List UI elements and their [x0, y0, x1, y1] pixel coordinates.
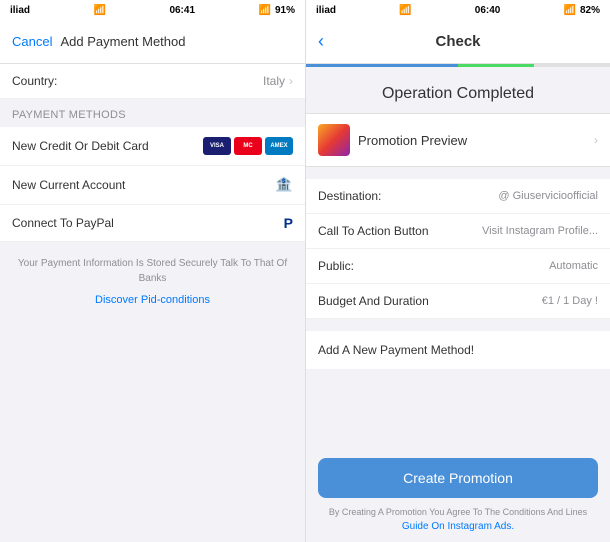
- chevron-icon: ›: [289, 74, 293, 88]
- budget-value: €1 / 1 Day !: [542, 295, 598, 307]
- budget-row: Budget And Duration €1 / 1 Day !: [306, 284, 610, 319]
- battery-right: 82%: [580, 5, 600, 16]
- create-promotion-button[interactable]: Create Promotion: [318, 458, 598, 498]
- status-bar-left: iliad 📶 06:41 📶 91%: [0, 0, 305, 20]
- right-panel: iliad 📶 06:40 📶 82% ‹ Check Operation Co…: [305, 0, 610, 542]
- time-right: 06:40: [475, 5, 501, 16]
- detail-rows: Destination: @ Giuservicioofficial Call …: [306, 179, 610, 319]
- time-left: 06:41: [169, 5, 195, 16]
- cta-row: Call To Action Button Visit Instagram Pr…: [306, 214, 610, 249]
- budget-label: Budget And Duration: [318, 294, 429, 308]
- public-label: Public:: [318, 259, 354, 273]
- public-row: Public: Automatic: [306, 249, 610, 284]
- battery-left: 91%: [275, 5, 295, 16]
- credit-card-label: New Credit Or Debit Card: [12, 139, 149, 153]
- payment-methods-label: Payment Methods: [0, 99, 305, 127]
- nav-header-right: ‹ Check: [306, 20, 610, 64]
- wifi-icon-right: 📶: [399, 5, 411, 16]
- public-value: Automatic: [549, 260, 598, 272]
- mastercard-icon: MC: [234, 137, 262, 155]
- paypal-icon: P: [284, 215, 293, 231]
- bank-icon: 🏦: [275, 176, 293, 194]
- destination-value: @ Giuservicioofficial: [498, 190, 598, 202]
- secure-text: Your Payment Information Is Stored Secur…: [0, 242, 305, 290]
- country-row[interactable]: Country: Italy ›: [0, 64, 305, 99]
- destination-label: Destination:: [318, 189, 381, 203]
- signal-icon-left: 📶: [259, 5, 271, 16]
- page-title-left: Add Payment Method: [60, 34, 185, 49]
- guide-link[interactable]: Guide On Instagram Ads.: [318, 521, 598, 532]
- visa-icon: VISA: [203, 137, 231, 155]
- credit-card-row[interactable]: New Credit Or Debit Card VISA MC AMEX: [0, 127, 305, 166]
- promo-label: Promotion Preview: [358, 133, 467, 148]
- discover-link[interactable]: Discover Pid-conditions: [0, 290, 305, 310]
- promo-thumbnail: [318, 124, 350, 156]
- destination-row: Destination: @ Giuservicioofficial: [306, 179, 610, 214]
- signal-icon-right: 📶: [564, 5, 576, 16]
- promotion-preview-row[interactable]: Promotion Preview ›: [306, 113, 610, 167]
- promo-chevron-icon: ›: [594, 133, 598, 147]
- operation-completed-text: Operation Completed: [306, 67, 610, 113]
- bottom-section: Create Promotion By Creating A Promotion…: [306, 448, 610, 542]
- footer-text: By Creating A Promotion You Agree To The…: [318, 506, 598, 520]
- card-icons: VISA MC AMEX: [203, 137, 293, 155]
- back-button[interactable]: ‹: [318, 31, 324, 52]
- status-bar-right: iliad 📶 06:40 📶 82%: [306, 0, 610, 20]
- country-label: Country:: [12, 74, 57, 88]
- status-icons-left: 📶 91%: [259, 5, 295, 16]
- cancel-button[interactable]: Cancel: [12, 34, 52, 49]
- carrier-left: iliad: [10, 5, 30, 16]
- promo-preview-left: Promotion Preview: [318, 124, 467, 156]
- nav-header-left: Cancel Add Payment Method: [0, 20, 305, 64]
- add-payment-row: Add A New Payment Method!: [306, 331, 610, 369]
- page-title-right: Check: [435, 33, 480, 50]
- status-icons-right: 📶 82%: [564, 5, 600, 16]
- carrier-right: iliad: [316, 5, 336, 16]
- wifi-icon: 📶: [94, 5, 106, 16]
- country-value: Italy ›: [263, 74, 293, 88]
- cta-label: Call To Action Button: [318, 224, 429, 238]
- left-panel: iliad 📶 06:41 📶 91% Cancel Add Payment M…: [0, 0, 305, 542]
- cta-value: Visit Instagram Profile...: [482, 225, 598, 237]
- paypal-label: Connect To PayPal: [12, 216, 114, 230]
- paypal-row[interactable]: Connect To PayPal P: [0, 205, 305, 242]
- amex-icon: AMEX: [265, 137, 293, 155]
- add-payment-label: Add A New Payment Method!: [318, 343, 474, 357]
- bank-account-label: New Current Account: [12, 178, 125, 192]
- bank-account-row[interactable]: New Current Account 🏦: [0, 166, 305, 205]
